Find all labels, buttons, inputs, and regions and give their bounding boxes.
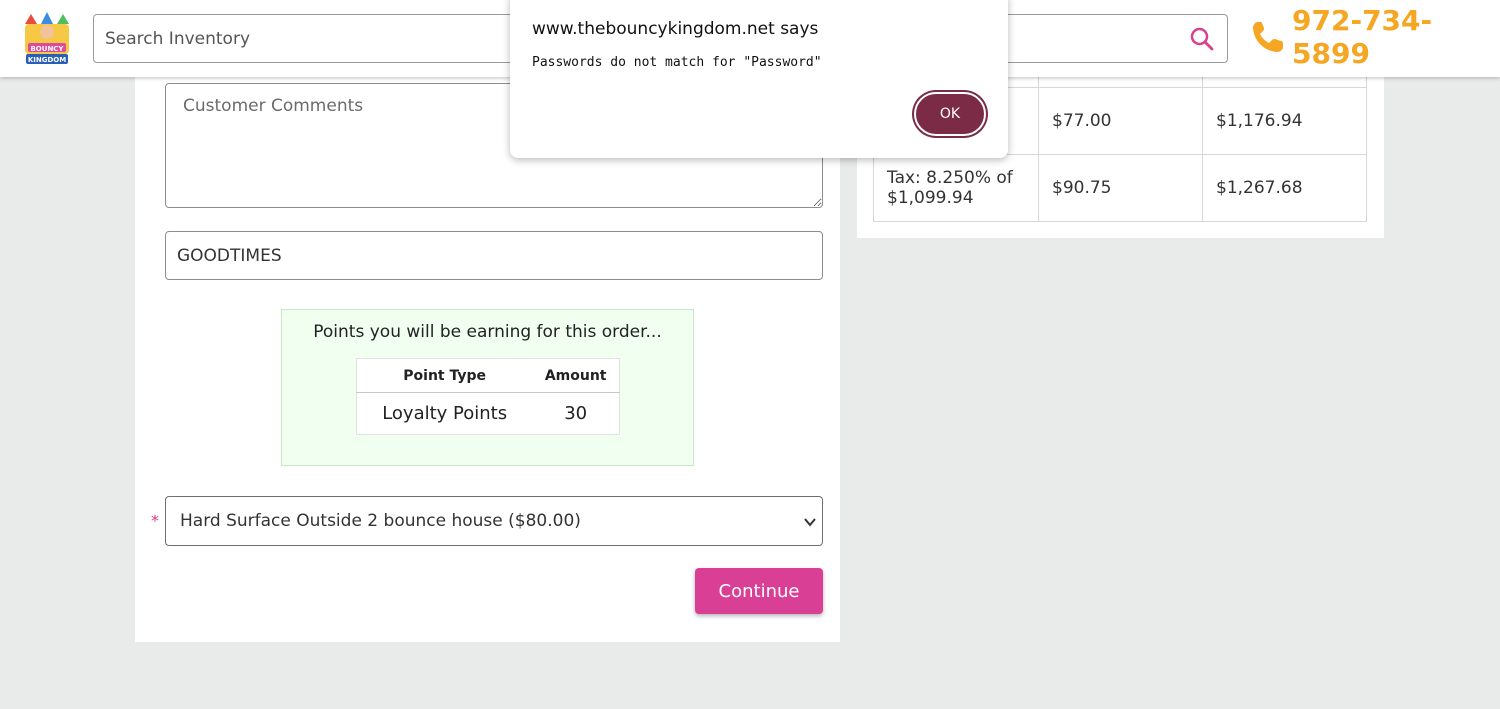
ok-button[interactable]: OK xyxy=(914,92,986,136)
svg-text:KINGDOM: KINGDOM xyxy=(28,56,66,64)
points-header-type: Point Type xyxy=(356,358,533,393)
phone-icon xyxy=(1250,19,1286,55)
coupon-code-field[interactable] xyxy=(165,231,823,280)
table-row: Loyalty Points 30 xyxy=(357,393,620,435)
points-table: Point Type Amount Loyalty Points 30 xyxy=(356,358,620,435)
order-form-card: Points you will be earning for this orde… xyxy=(135,77,840,642)
svg-text:BOUNCY: BOUNCY xyxy=(30,45,64,53)
totals-running-total-cell: $1,176.94 xyxy=(1202,87,1367,155)
table-row: Tax: 8.250% of $1,099.94 $90.75 $1,267.6… xyxy=(873,154,1367,222)
phone-link[interactable]: 972-734-5899 xyxy=(1250,4,1500,70)
totals-amount-cell: $77.00 xyxy=(1038,87,1203,155)
search-icon[interactable] xyxy=(1189,26,1215,52)
totals-label-cell: Tax: 8.250% of $1,099.94 xyxy=(873,154,1039,222)
point-amount-cell: 30 xyxy=(564,403,588,424)
continue-button[interactable]: Continue xyxy=(695,568,823,614)
point-type-cell: Loyalty Points xyxy=(382,403,508,424)
points-header-amount: Amount xyxy=(532,358,620,393)
required-marker: * xyxy=(151,511,159,530)
alert-origin: www.thebouncykingdom.net says xyxy=(532,19,819,39)
totals-amount-cell: $90.75 xyxy=(1038,154,1203,222)
phone-number: 972-734-5899 xyxy=(1292,4,1433,70)
totals-running-total-cell: $1,267.68 xyxy=(1202,154,1367,222)
points-title: Points you will be earning for this orde… xyxy=(313,322,662,342)
alert-dialog: www.thebouncykingdom.net says Passwords … xyxy=(510,0,1008,158)
alert-message: Passwords do not match for "Password" xyxy=(532,55,822,70)
logo-icon: BOUNCY KINGDOM xyxy=(25,12,69,64)
surface-type-select[interactable]: Hard Surface Outside 2 bounce house ($80… xyxy=(165,496,823,546)
bouncy-kingdom-logo[interactable]: BOUNCY KINGDOM xyxy=(22,10,72,66)
loyalty-points-panel: Points you will be earning for this orde… xyxy=(281,309,694,466)
